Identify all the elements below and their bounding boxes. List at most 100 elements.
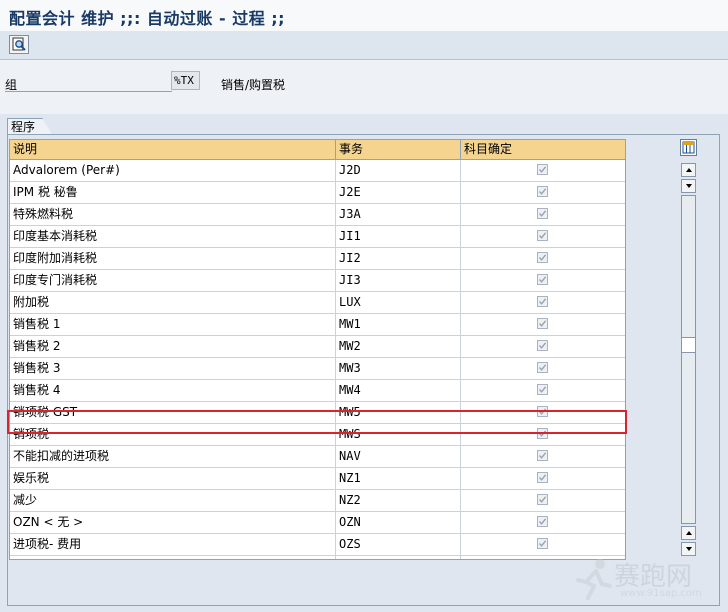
scroll-up-top-button[interactable] — [681, 163, 696, 177]
table-row[interactable]: 印度专门消耗税 JI3 — [10, 270, 625, 292]
scrollbar-thumb[interactable] — [681, 337, 696, 353]
account-determination-checkbox[interactable] — [537, 208, 548, 219]
cell-description[interactable]: 附加税 — [10, 292, 336, 313]
table-row[interactable]: IPM 税 秘鲁 J2E — [10, 182, 625, 204]
account-determination-checkbox[interactable] — [537, 362, 548, 373]
cell-description[interactable]: Advalorem (Per#) — [10, 160, 336, 181]
table-row[interactable]: PI3 < 无 >PI3 — [10, 556, 625, 559]
cell-transaction[interactable]: JI3 — [336, 270, 461, 291]
cell-description[interactable]: 进项税- 费用 — [10, 534, 336, 555]
cell-transaction[interactable]: OZN — [336, 512, 461, 533]
arrow-up-icon — [685, 168, 692, 172]
scrollbar-track[interactable] — [681, 195, 696, 524]
cell-account-determination — [461, 468, 625, 489]
table-row[interactable]: 印度附加消耗税 JI2 — [10, 248, 625, 270]
cell-transaction[interactable]: MW2 — [336, 336, 461, 357]
cell-transaction[interactable]: NZ1 — [336, 468, 461, 489]
cell-description[interactable]: 销项税 GST — [10, 402, 336, 423]
cell-description[interactable]: 销售税 4 — [10, 380, 336, 401]
table-row[interactable]: 减少 NZ2 — [10, 490, 625, 512]
cell-transaction[interactable]: MW1 — [336, 314, 461, 335]
table-row[interactable]: 销售税 3 MW3 — [10, 358, 625, 380]
table-row[interactable]: 特殊燃料税 J3A — [10, 204, 625, 226]
cell-description[interactable]: 销售税 2 — [10, 336, 336, 357]
account-determination-checkbox[interactable] — [537, 406, 548, 417]
group-underline — [5, 91, 172, 92]
table-row[interactable]: 销项税 GST MW5 — [10, 402, 625, 424]
cell-transaction[interactable]: OZS — [336, 534, 461, 555]
cell-account-determination — [461, 248, 625, 269]
account-determination-checkbox[interactable] — [537, 230, 548, 241]
tab-procedures[interactable]: 程序 — [7, 118, 43, 134]
account-determination-checkbox[interactable] — [537, 340, 548, 351]
cell-description[interactable]: 印度基本消耗税 — [10, 226, 336, 247]
table-row[interactable]: 销售税 4 MW4 — [10, 380, 625, 402]
scroll-up-bottom-button[interactable] — [681, 526, 696, 540]
cell-description[interactable]: OZN < 无 > — [10, 512, 336, 533]
cell-description[interactable]: IPM 税 秘鲁 — [10, 182, 336, 203]
account-determination-checkbox[interactable] — [537, 516, 548, 527]
account-determination-checkbox[interactable] — [537, 472, 548, 483]
cell-description[interactable]: 不能扣减的进项税 — [10, 446, 336, 467]
table-row[interactable]: OZN < 无 > OZN — [10, 512, 625, 534]
cell-transaction[interactable]: LUX — [336, 292, 461, 313]
account-determination-checkbox[interactable] — [537, 384, 548, 395]
column-header-account-determination[interactable]: 科目确定 — [461, 140, 625, 159]
checkmark-icon — [538, 232, 547, 239]
table-row[interactable]: 销项税 MWS — [10, 424, 625, 446]
account-determination-checkbox[interactable] — [537, 318, 548, 329]
checkmark-icon — [538, 496, 547, 503]
cell-transaction[interactable]: NAV — [336, 446, 461, 467]
cell-transaction[interactable]: MW5 — [336, 402, 461, 423]
cell-account-determination — [461, 204, 625, 225]
table-row[interactable]: 附加税 LUX — [10, 292, 625, 314]
table-row[interactable]: 销售税 1 MW1 — [10, 314, 625, 336]
column-header-transaction[interactable]: 事务 — [336, 140, 461, 159]
arrow-down-icon — [685, 184, 692, 188]
cell-transaction[interactable]: MWS — [336, 424, 461, 445]
table-row[interactable]: 进项税- 费用 OZS — [10, 534, 625, 556]
column-config-button[interactable] — [680, 139, 697, 156]
checkmark-icon — [538, 254, 547, 261]
cell-transaction[interactable]: J3A — [336, 204, 461, 225]
cell-description[interactable]: 销项税 — [10, 424, 336, 445]
account-determination-checkbox[interactable] — [537, 186, 548, 197]
window-title: 配置会计 维护 ;;: 自动过账 - 过程 ;; — [9, 9, 286, 28]
account-determination-checkbox[interactable] — [537, 494, 548, 505]
cell-transaction[interactable]: J2D — [336, 160, 461, 181]
cell-transaction[interactable]: PI3 — [336, 556, 461, 559]
table-row[interactable]: 娱乐税 NZ1 — [10, 468, 625, 490]
account-determination-checkbox[interactable] — [537, 274, 548, 285]
cell-description[interactable]: 销售税 1 — [10, 314, 336, 335]
account-determination-checkbox[interactable] — [537, 164, 548, 175]
display-button[interactable] — [9, 35, 29, 54]
account-determination-checkbox[interactable] — [537, 252, 548, 263]
checkmark-icon — [538, 430, 547, 437]
table-row[interactable]: 印度基本消耗税 JI1 — [10, 226, 625, 248]
cell-account-determination — [461, 160, 625, 181]
account-determination-checkbox[interactable] — [537, 450, 548, 461]
cell-description[interactable]: 印度专门消耗税 — [10, 270, 336, 291]
cell-transaction[interactable]: MW4 — [336, 380, 461, 401]
cell-description[interactable]: 销售税 3 — [10, 358, 336, 379]
cell-transaction[interactable]: JI2 — [336, 248, 461, 269]
group-value-field[interactable]: %TX — [171, 71, 200, 90]
table-row[interactable]: 不能扣减的进项税 NAV — [10, 446, 625, 468]
account-determination-checkbox[interactable] — [537, 538, 548, 549]
cell-transaction[interactable]: NZ2 — [336, 490, 461, 511]
cell-transaction[interactable]: J2E — [336, 182, 461, 203]
cell-transaction[interactable]: JI1 — [336, 226, 461, 247]
cell-description[interactable]: 娱乐税 — [10, 468, 336, 489]
cell-description[interactable]: PI3 < 无 > — [10, 556, 336, 559]
account-determination-checkbox[interactable] — [537, 296, 548, 307]
cell-description[interactable]: 特殊燃料税 — [10, 204, 336, 225]
table-row[interactable]: Advalorem (Per#) J2D — [10, 160, 625, 182]
cell-description[interactable]: 印度附加消耗税 — [10, 248, 336, 269]
scroll-down-top-button[interactable] — [681, 179, 696, 193]
table-row[interactable]: 销售税 2 MW2 — [10, 336, 625, 358]
table-settings-icon — [682, 141, 695, 154]
cell-description[interactable]: 减少 — [10, 490, 336, 511]
cell-transaction[interactable]: MW3 — [336, 358, 461, 379]
account-determination-checkbox[interactable] — [537, 428, 548, 439]
column-header-description[interactable]: 说明 — [10, 140, 336, 159]
